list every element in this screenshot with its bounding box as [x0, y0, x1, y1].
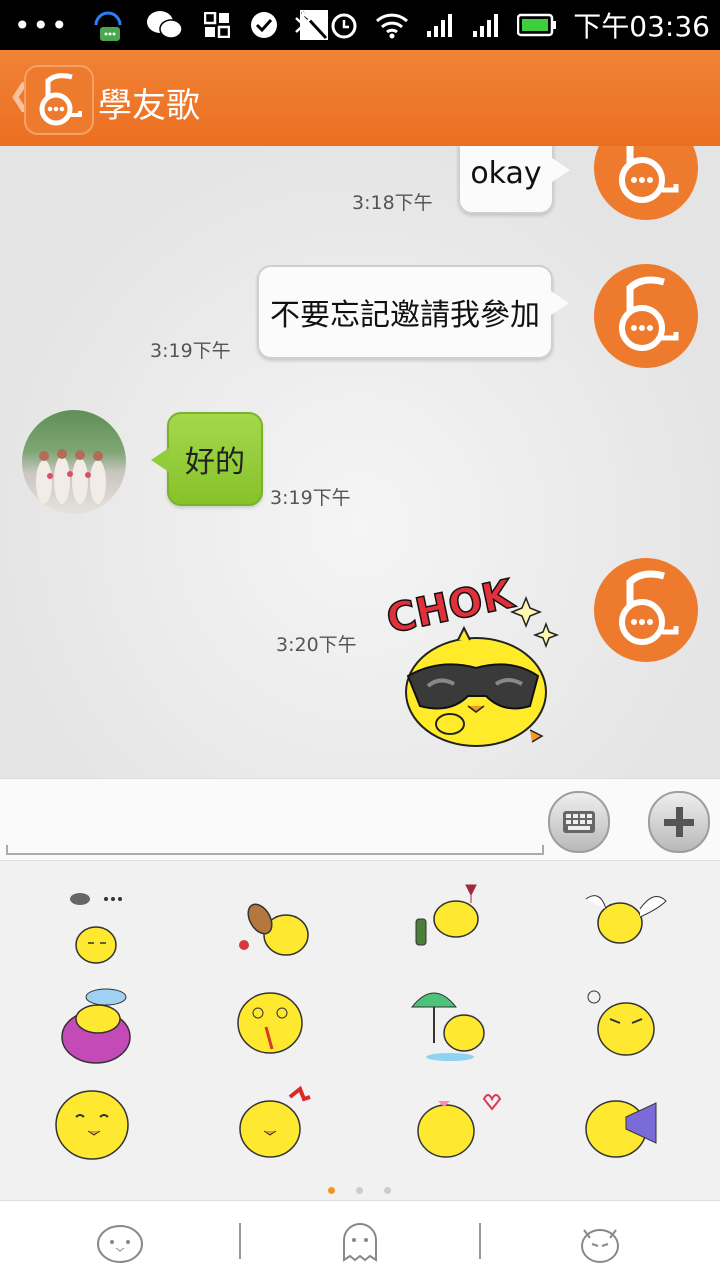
sticker-tab-bar	[0, 1200, 720, 1281]
message-text: 好的	[185, 445, 245, 480]
my-avatar[interactable]	[594, 558, 698, 662]
app-logo-icon[interactable]	[24, 65, 94, 135]
tab-chick-devil[interactable]	[480, 1211, 720, 1271]
page-dot[interactable]	[384, 1187, 391, 1194]
message-bubble-in[interactable]: 好的	[151, 412, 263, 506]
plus-icon	[664, 807, 694, 837]
message-bubble-out[interactable]: 不要忘記邀請我參加	[257, 265, 569, 359]
sticker-chick-bow[interactable]	[230, 1081, 330, 1171]
keyboard-icon	[563, 811, 595, 833]
tab-chick-ghost[interactable]	[240, 1211, 480, 1271]
page-dot[interactable]	[356, 1187, 363, 1194]
message-input[interactable]	[6, 845, 544, 855]
sticker-text: CHOK	[383, 571, 520, 643]
chick-face-icon	[97, 1225, 143, 1263]
sticker-chick-angry[interactable]	[580, 979, 680, 1069]
chick-ghost-icon	[343, 1223, 377, 1262]
page-title: 學友歌	[98, 86, 200, 126]
headset-chat-icon	[94, 11, 122, 41]
tab-chick-face[interactable]	[0, 1211, 240, 1271]
message-time: 3:19下午	[270, 487, 351, 509]
overflow-dots-icon: •••	[14, 8, 70, 42]
sticker-chick-megaphone[interactable]	[580, 1081, 680, 1171]
contact-avatar[interactable]	[22, 410, 126, 514]
message-time: 3:20下午	[276, 634, 357, 656]
message-time: 3:18下午	[352, 192, 433, 214]
wechat-icon	[146, 11, 183, 39]
my-avatar[interactable]	[594, 146, 698, 220]
chat-area[interactable]: okay 3:18下午 不要忘記邀請我參加 3:19下午 好的 3:19下午 3…	[0, 146, 720, 778]
chick-devil-icon	[581, 1229, 619, 1263]
sticker-chick-angel-wings[interactable]	[580, 879, 680, 969]
app-header: ❮ 學友歌	[0, 50, 720, 146]
page-indicator	[0, 1187, 720, 1197]
message-input-bar	[0, 778, 720, 861]
message-time: 3:19下午	[150, 340, 231, 362]
status-left-icons: •••	[14, 0, 330, 50]
chok-sticker[interactable]: CHOK	[380, 556, 570, 756]
sticker-chick-love[interactable]	[410, 1081, 510, 1171]
sticker-chick-umbrella-rain[interactable]	[410, 979, 510, 1069]
keyboard-button[interactable]	[548, 791, 610, 853]
sticker-chick-thinking[interactable]	[50, 879, 150, 969]
check-circle-icon	[250, 12, 277, 38]
my-avatar[interactable]	[594, 264, 698, 368]
add-button[interactable]	[648, 791, 710, 853]
message-text: okay	[470, 155, 542, 191]
sticker-chick-crying[interactable]	[50, 1081, 150, 1171]
status-right-icons: 下午03:36	[293, 0, 710, 50]
sticker-chick-blanket-cold[interactable]	[50, 979, 150, 1069]
status-time: 下午03:36	[573, 10, 710, 43]
grid-app-icon	[203, 12, 230, 38]
signal-icon-2	[473, 14, 499, 37]
alarm-icon	[331, 13, 357, 39]
signal-icon	[427, 14, 453, 37]
message-text: 不要忘記邀請我參加	[270, 298, 540, 333]
status-bar: ••• 下午03:36	[0, 0, 720, 50]
message-bubble-out[interactable]: okay	[458, 146, 570, 214]
page-dot-active[interactable]	[328, 1187, 335, 1194]
sticker-chick-guitar[interactable]	[230, 879, 330, 969]
battery-icon	[517, 13, 557, 37]
sticker-chick-wine[interactable]	[410, 879, 510, 969]
wifi-icon	[376, 13, 409, 39]
bluetooth-icon	[295, 10, 313, 40]
sticker-chick-dizzy-nosebleed[interactable]	[230, 979, 330, 1069]
sticker-panel	[0, 860, 720, 1201]
